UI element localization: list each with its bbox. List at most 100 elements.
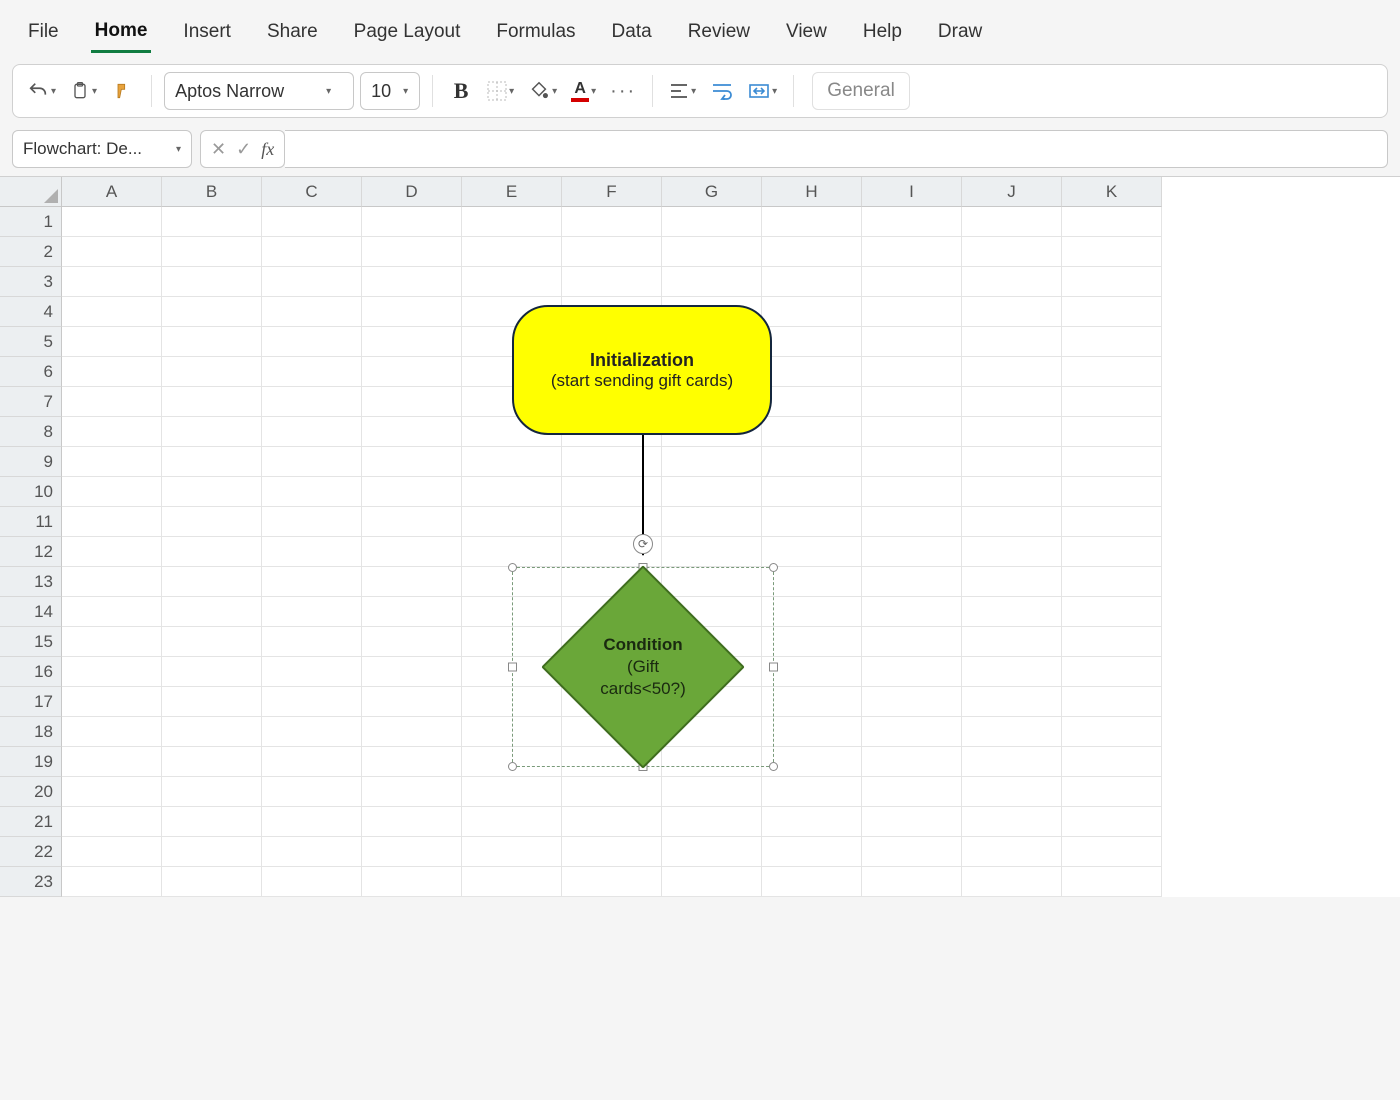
cell[interactable] [362,357,462,387]
cell[interactable] [562,567,662,597]
cell[interactable] [762,267,862,297]
cell[interactable] [162,777,262,807]
cell[interactable] [262,357,362,387]
font-size-select[interactable]: 10 ▾ [360,72,420,110]
cell[interactable] [662,297,762,327]
cell[interactable] [762,867,862,897]
cell[interactable] [62,297,162,327]
more-font-button[interactable]: ··· [606,73,640,109]
cell[interactable] [1062,597,1162,627]
cell[interactable] [62,657,162,687]
column-header[interactable]: B [162,177,262,207]
column-header[interactable]: J [962,177,1062,207]
undo-button[interactable]: ▾ [23,73,60,109]
cell[interactable] [362,567,462,597]
cell[interactable] [262,507,362,537]
cell[interactable] [262,627,362,657]
cell[interactable] [362,597,462,627]
cell[interactable] [762,687,862,717]
cell[interactable] [462,747,562,777]
cell[interactable] [62,837,162,867]
cell[interactable] [762,627,862,657]
cell[interactable] [962,507,1062,537]
cell[interactable] [962,267,1062,297]
tab-file[interactable]: File [24,13,63,51]
cell[interactable] [862,627,962,657]
cell[interactable] [862,267,962,297]
cell[interactable] [62,477,162,507]
cell[interactable] [262,267,362,297]
cell[interactable] [962,597,1062,627]
row-header[interactable]: 1 [0,207,62,237]
cell[interactable] [262,837,362,867]
row-header[interactable]: 22 [0,837,62,867]
cell[interactable] [162,447,262,477]
cell[interactable] [262,657,362,687]
cell[interactable] [362,807,462,837]
cell[interactable] [862,537,962,567]
cell[interactable] [562,777,662,807]
cell[interactable] [262,807,362,837]
cell[interactable] [262,327,362,357]
cell[interactable] [962,447,1062,477]
cell[interactable] [462,807,562,837]
row-header[interactable]: 8 [0,417,62,447]
cell[interactable] [1062,747,1162,777]
cell[interactable] [662,747,762,777]
row-header[interactable]: 17 [0,687,62,717]
cell[interactable] [762,447,862,477]
cell[interactable] [662,327,762,357]
cell[interactable] [462,207,562,237]
row-header[interactable]: 9 [0,447,62,477]
cell[interactable] [262,717,362,747]
cell[interactable] [262,477,362,507]
cell[interactable] [1062,687,1162,717]
cell[interactable] [1062,237,1162,267]
cell[interactable] [762,567,862,597]
cell[interactable] [662,807,762,837]
cell[interactable] [962,867,1062,897]
column-header[interactable]: A [62,177,162,207]
cell[interactable] [562,417,662,447]
cell[interactable] [362,627,462,657]
cell[interactable] [562,267,662,297]
cell[interactable] [662,237,762,267]
row-header[interactable]: 3 [0,267,62,297]
cell[interactable] [562,327,662,357]
cell[interactable] [162,267,262,297]
cell[interactable] [462,867,562,897]
cell[interactable] [362,327,462,357]
cell[interactable] [162,387,262,417]
font-color-button[interactable]: A ▾ [567,73,600,109]
cell[interactable] [62,327,162,357]
cell[interactable] [762,717,862,747]
cell[interactable] [162,507,262,537]
cell[interactable] [762,777,862,807]
cell[interactable] [862,747,962,777]
cell[interactable] [62,207,162,237]
tab-share[interactable]: Share [263,13,322,51]
cell[interactable] [1062,567,1162,597]
cell[interactable] [62,267,162,297]
cell[interactable] [162,627,262,657]
cell[interactable] [562,477,662,507]
number-format-select[interactable]: General [812,72,910,110]
cell[interactable] [62,747,162,777]
cell[interactable] [762,507,862,537]
cell[interactable] [62,387,162,417]
cell[interactable] [462,417,562,447]
cell[interactable] [962,747,1062,777]
cell[interactable] [662,267,762,297]
cell[interactable] [162,807,262,837]
cell[interactable] [462,237,562,267]
cell[interactable] [462,327,562,357]
cell[interactable] [262,387,362,417]
cell[interactable] [362,417,462,447]
name-box[interactable]: Flowchart: De... ▾ [12,130,192,168]
row-header[interactable]: 21 [0,807,62,837]
cell[interactable] [562,207,662,237]
column-header[interactable]: F [562,177,662,207]
cell[interactable] [1062,837,1162,867]
cell[interactable] [1062,477,1162,507]
cell[interactable] [62,237,162,267]
